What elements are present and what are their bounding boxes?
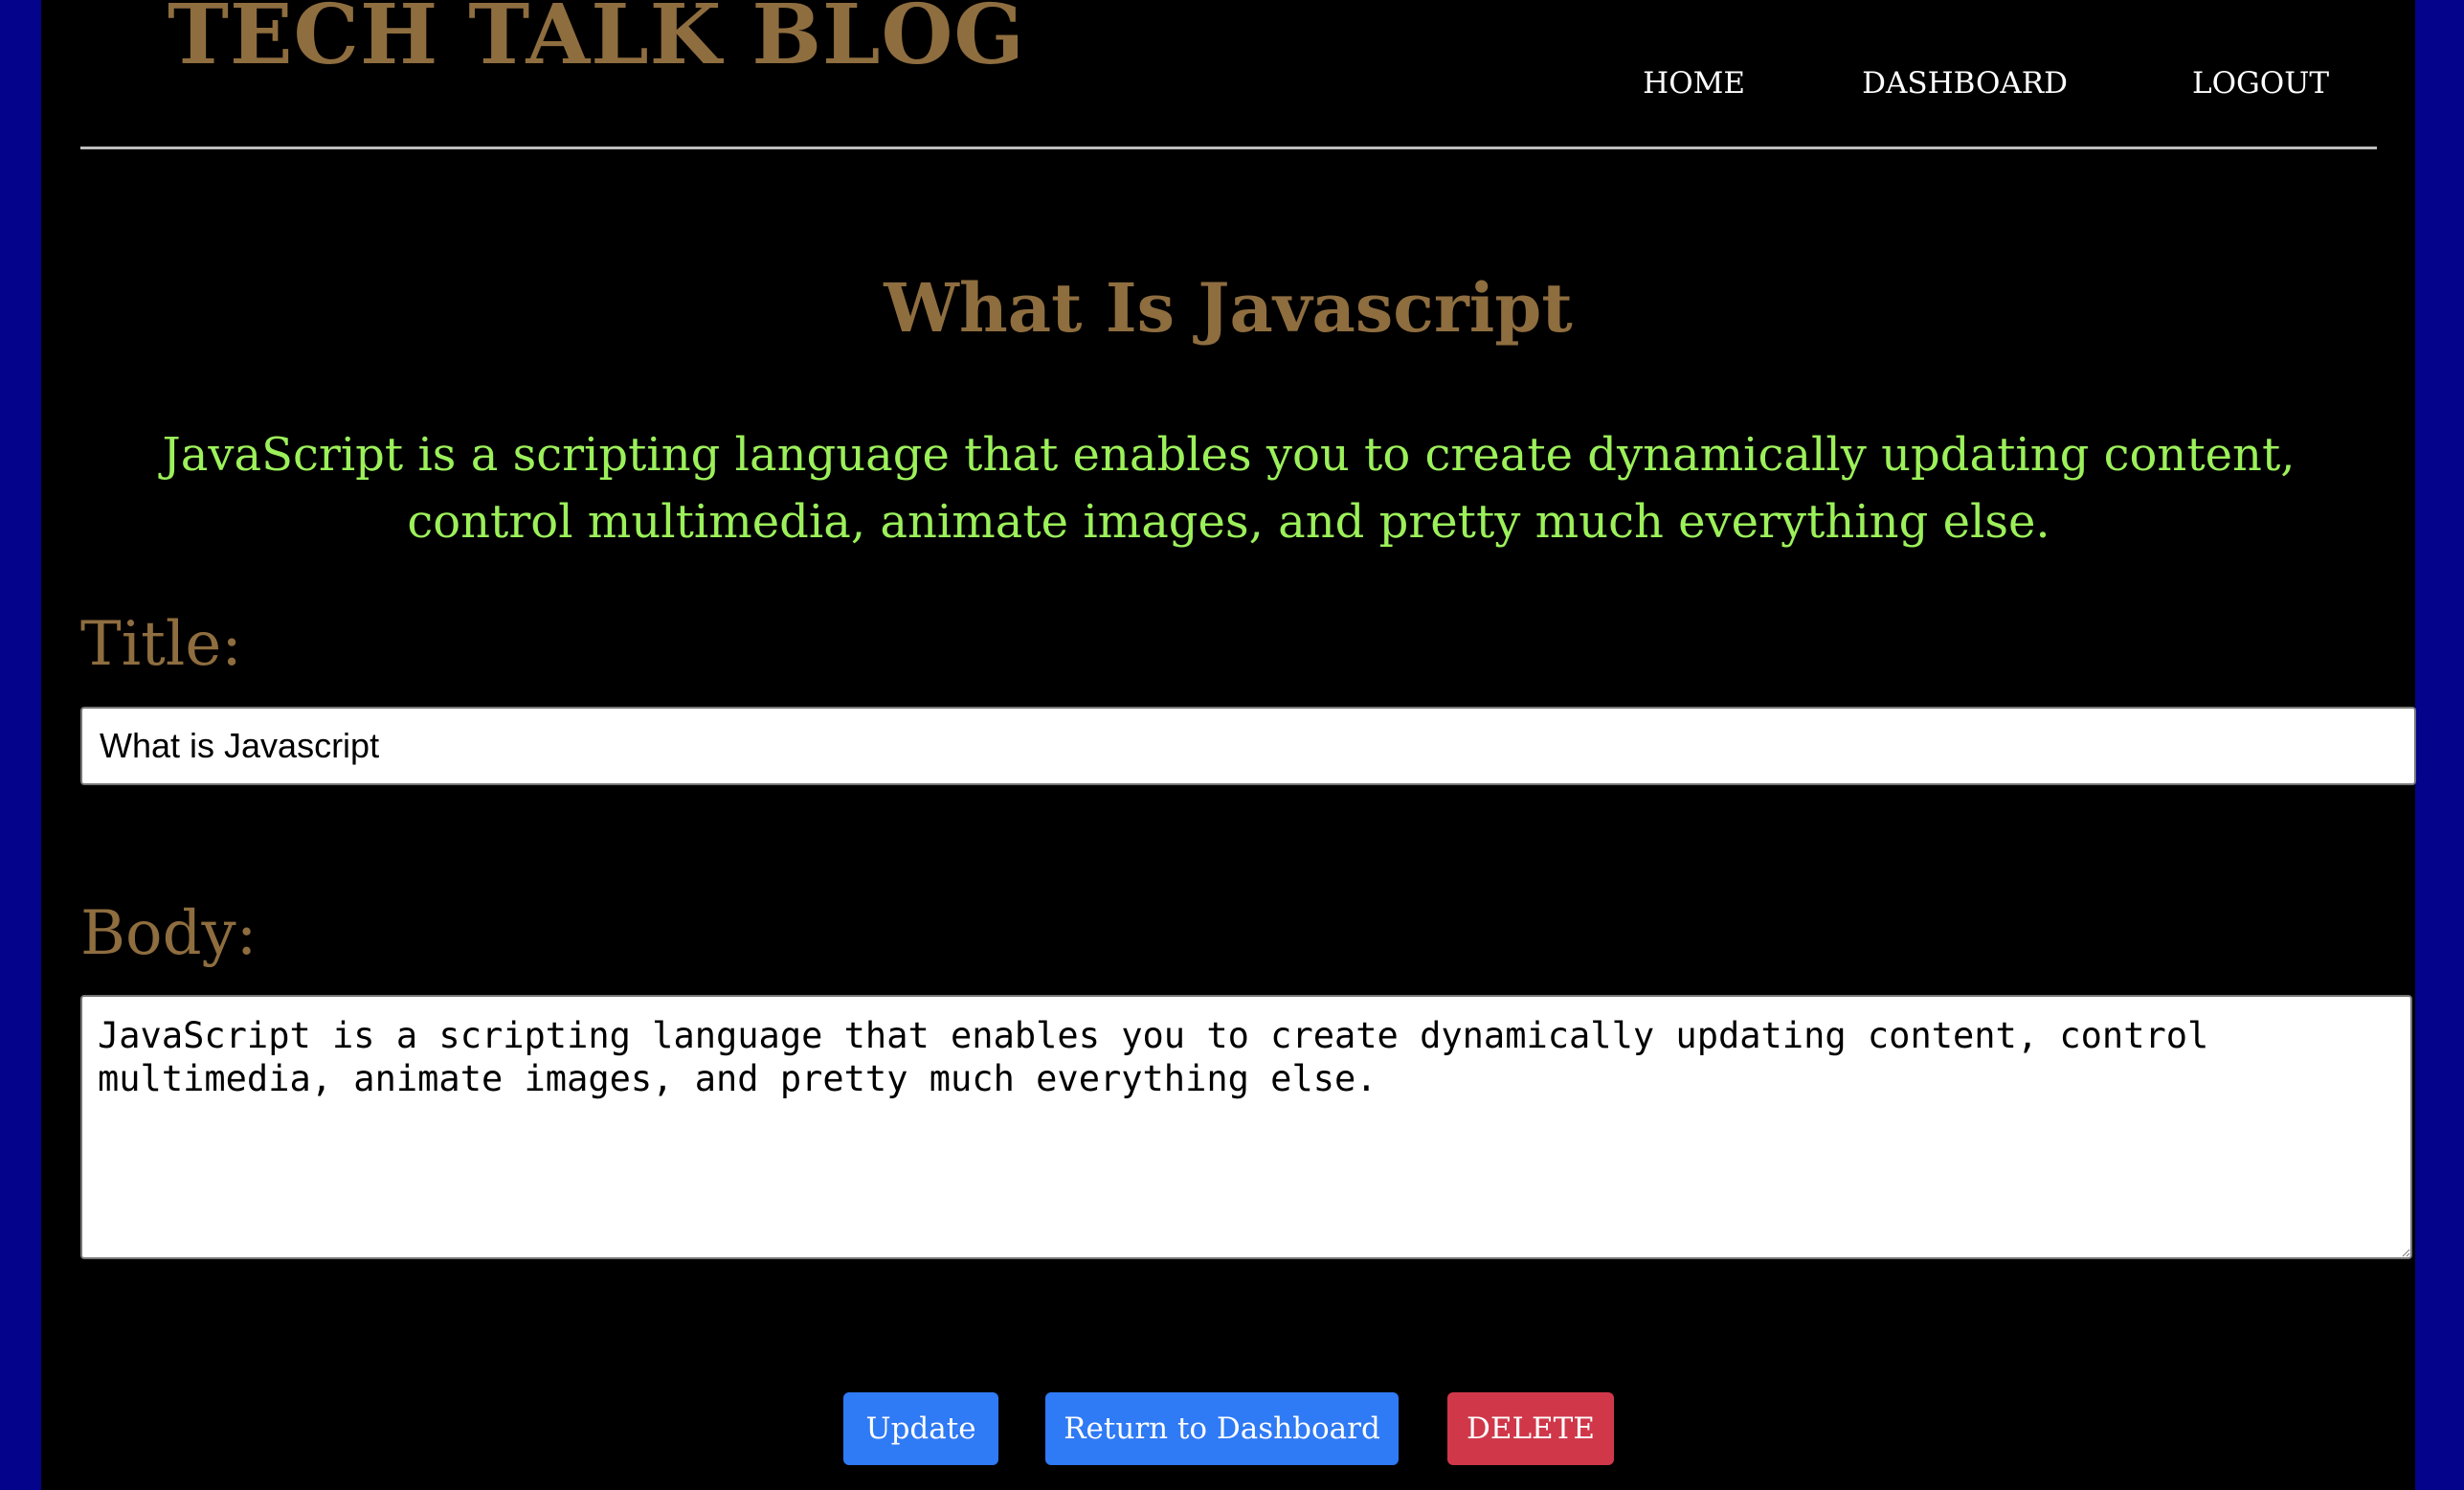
title-input[interactable]	[80, 707, 2416, 785]
post-title: What Is Javascript	[884, 268, 1573, 348]
nav-dashboard-link[interactable]: DASHBOARD	[1862, 59, 2068, 107]
site-logo[interactable]: TECH TALK BLOG	[168, 0, 1025, 77]
site-header: TECH TALK BLOG HOME DASHBOARD LOGOUT	[80, 0, 2377, 149]
return-to-dashboard-button[interactable]: Return to Dashboard	[1045, 1392, 1399, 1465]
update-button[interactable]: Update	[843, 1392, 998, 1465]
title-label: Title:	[80, 609, 242, 680]
post-body-text: JavaScript is a scripting language that …	[162, 428, 2296, 549]
page: TECH TALK BLOG HOME DASHBOARD LOGOUT Wha…	[41, 0, 2416, 1490]
body-label: Body:	[80, 898, 258, 969]
nav-logout-link[interactable]: LOGOUT	[2192, 59, 2329, 107]
nav-home-link[interactable]: HOME	[1643, 59, 1745, 107]
delete-button[interactable]: DELETE	[1447, 1392, 1614, 1465]
body-textarea[interactable]: JavaScript is a scripting language that …	[80, 995, 2412, 1259]
